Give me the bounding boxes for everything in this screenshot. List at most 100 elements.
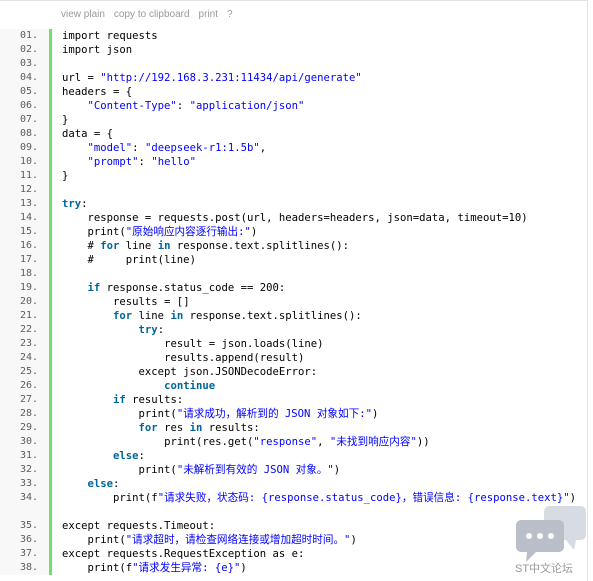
keyword-token: if [87, 282, 101, 294]
gutter-bar [49, 71, 52, 85]
line-content: if response.status_code == 200: [62, 281, 582, 295]
line-content: if results: [62, 393, 582, 407]
code-token: print( [62, 408, 177, 420]
code-line: 27. if results: [0, 393, 587, 407]
string-token: "请求成功，解析到的 JSON 对象如下:" [176, 408, 372, 420]
line-number: 13. [0, 197, 49, 211]
gutter-bar [49, 85, 52, 99]
line-content: # for line in response.text.splitlines()… [62, 239, 582, 253]
code-token: except json.JSONDecodeError: [62, 366, 318, 378]
line-content: data = { [62, 127, 582, 141]
gutter-bar [49, 351, 52, 365]
line-content: response = requests.post(url, headers=he… [62, 211, 582, 225]
line-content: "prompt": "hello" [62, 155, 582, 169]
watermark-text: ST中文论坛 [515, 563, 574, 575]
gutter-bar [49, 43, 52, 57]
gutter-bar [49, 519, 52, 533]
code-line: 20. results = [] [0, 295, 587, 309]
code-line: 33. else: [0, 477, 587, 491]
code-token: response.text.splitlines(): [170, 240, 350, 252]
code-token: : [157, 324, 165, 336]
code-token: response.status_code == 200: [100, 282, 286, 294]
line-number: 12. [0, 183, 49, 197]
line-number: 11. [0, 169, 49, 183]
code-line: 12. [0, 183, 587, 197]
code-line: 34. print(f"请求失败，状态码: {response.status_c… [0, 491, 587, 519]
line-number: 09. [0, 141, 49, 155]
keyword-token: in [170, 310, 184, 322]
line-content: "Content-Type": "application/json" [62, 99, 582, 113]
gutter-bar [49, 197, 52, 211]
code-token: : [81, 198, 88, 210]
code-token: } [62, 170, 69, 182]
gutter-bar [49, 253, 52, 267]
line-content: except requests.Timeout: [62, 519, 582, 533]
code-token: print( [62, 534, 126, 546]
line-number: 24. [0, 351, 49, 365]
line-number: 02. [0, 43, 49, 57]
line-number: 37. [0, 547, 49, 561]
help-link[interactable]: ? [227, 9, 233, 20]
line-number: 28. [0, 407, 49, 421]
gutter-bar [49, 421, 52, 435]
gutter-bar [49, 449, 52, 463]
line-number: 36. [0, 533, 49, 547]
code-line: 06. "Content-Type": "application/json" [0, 99, 587, 113]
line-number: 30. [0, 435, 49, 449]
code-line: 17. # print(line) [0, 253, 587, 267]
gutter-bar [49, 113, 52, 127]
view-plain-link[interactable]: view plain [61, 9, 105, 20]
code-token: print(res.get( [62, 436, 254, 448]
gutter-bar [49, 99, 52, 113]
line-content: result = json.loads(line) [62, 337, 582, 351]
line-content: } [62, 169, 582, 183]
line-number: 35. [0, 519, 49, 533]
line-content: print(res.get("response", "未找到响应内容")) [62, 435, 582, 449]
line-number: 19. [0, 281, 49, 295]
code-line: 11.} [0, 169, 587, 183]
line-number: 17. [0, 253, 49, 267]
print-link[interactable]: print [199, 9, 218, 20]
code-token: )) [416, 436, 430, 448]
line-number: 08. [0, 127, 49, 141]
code-line: 15. print("原始响应内容逐行输出:") [0, 225, 587, 239]
code-token: } [62, 114, 69, 126]
string-token: "deepseek-r1:1.5b" [144, 142, 260, 154]
line-content: continue [62, 379, 582, 393]
string-token: "model" [87, 142, 133, 154]
line-content: else: [62, 449, 582, 463]
code-line: 31. else: [0, 449, 587, 463]
code-token: ) [333, 464, 341, 476]
line-number: 32. [0, 463, 49, 477]
line-number: 34. [0, 491, 49, 519]
gutter-bar [49, 393, 52, 407]
code-token: , [317, 436, 330, 448]
code-token: ) [240, 562, 247, 574]
gutter-bar [49, 323, 52, 337]
gutter-bar [49, 365, 52, 379]
code-token: : [138, 450, 145, 462]
code-token: result = json.loads(line) [62, 338, 324, 350]
code-token: line [132, 310, 171, 322]
line-number: 07. [0, 113, 49, 127]
code-token: line [119, 240, 158, 252]
gutter-bar [49, 141, 52, 155]
gutter-bar [49, 407, 52, 421]
code-line: 09. "model": "deepseek-r1:1.5b", [0, 141, 587, 155]
keyword-token: if [113, 394, 126, 406]
keyword-token: else [87, 478, 114, 490]
string-token: "原始响应内容逐行输出:" [125, 226, 251, 238]
line-number: 25. [0, 365, 49, 379]
line-number: 27. [0, 393, 49, 407]
code-token: results: [202, 422, 260, 434]
copy-to-clipboard-link[interactable]: copy to clipboard [114, 9, 190, 20]
code-line: 30. print(res.get("response", "未找到响应内容")… [0, 435, 587, 449]
gutter-bar [49, 561, 52, 575]
line-content [62, 57, 582, 71]
code-token: results: [125, 394, 184, 406]
code-line: 10. "prompt": "hello" [0, 155, 587, 169]
